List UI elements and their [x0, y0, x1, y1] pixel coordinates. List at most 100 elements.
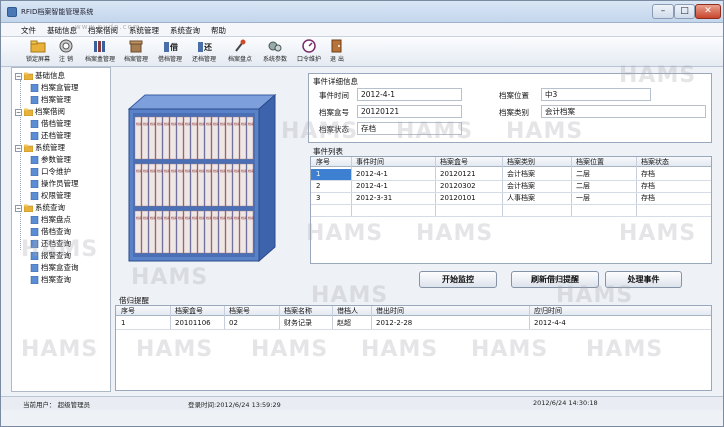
- reminder-table[interactable]: 序号 档案盒号 档案号 档案名称 借档人 借出时间 应归时间 1 2010110…: [115, 305, 712, 391]
- events-col-location: 档案位置: [576, 158, 604, 166]
- archive-box-spine-label: 档案: [171, 121, 177, 126]
- lock-folder-icon: [30, 40, 46, 53]
- window-title: RFID档案智能管理系统: [21, 8, 94, 16]
- archive-box-spine-label: 档案: [185, 215, 191, 220]
- archive-box-spine-label: 档案: [199, 215, 205, 220]
- logout-button[interactable]: 注 销: [56, 39, 76, 65]
- archive-box-spine-label: 档案: [206, 215, 212, 220]
- folder-icon: [24, 144, 33, 152]
- box-management-button[interactable]: 档案盒管理: [83, 39, 117, 65]
- lock-screen-button[interactable]: 锁定屏幕: [23, 39, 53, 65]
- archive-box-spine-label: 档案: [248, 215, 254, 220]
- archive-box-spine-label: 档案: [220, 215, 226, 220]
- category-field[interactable]: 会计档案: [541, 105, 706, 118]
- tree-item-archive-query[interactable]: 档案查询: [30, 274, 71, 285]
- archive-box-spine-label: 档案: [171, 168, 177, 173]
- tree-group-borrow[interactable]: − 档案借阅: [15, 106, 65, 117]
- tree-item-param-management[interactable]: 参数管理: [30, 154, 71, 165]
- archive-box-spine-label: 档案: [178, 215, 184, 220]
- event-time-field[interactable]: 2012-4-1: [357, 88, 462, 101]
- reminder-col-name: 档案名称: [284, 307, 312, 315]
- folder-icon: [24, 72, 33, 80]
- archive-box-spine-label: 档案: [164, 168, 170, 173]
- menu-help[interactable]: 帮助: [211, 25, 226, 36]
- title-bar[interactable]: RFID档案智能管理系统 – □ ✕: [1, 1, 723, 23]
- tree-item-borrow-query[interactable]: 借档查询: [30, 226, 71, 237]
- tree-group-query[interactable]: − 系统查询: [15, 202, 65, 213]
- menu-basic-info[interactable]: 基础信息: [47, 25, 77, 36]
- start-monitoring-button[interactable]: 开始监控: [419, 271, 497, 288]
- archive-box-spine-label: 档案: [150, 168, 156, 173]
- archive-box-spine-label: 档案: [150, 215, 156, 220]
- current-time-text: 2012/6/24 14:30:18: [533, 399, 598, 407]
- category-label: 档案类别: [499, 108, 529, 117]
- folder-icon: [24, 108, 33, 116]
- logout-icon: [59, 39, 73, 53]
- events-table[interactable]: 序号 事件时间 档案盒号 档案类别 档案位置 档案状态 1 2012-4-1 2…: [310, 156, 712, 264]
- tree-item-permission-management[interactable]: 权限管理: [30, 190, 71, 201]
- borrow-management-button[interactable]: 借 借档管理: [156, 39, 184, 65]
- archive-box-spine-label: 档案: [213, 168, 219, 173]
- tree-item-return-management[interactable]: 还档管理: [30, 130, 71, 141]
- password-maintenance-button[interactable]: 口令维护: [295, 39, 323, 65]
- menu-bar: 文件 基础信息 档案借阅 系统管理 系统查询 帮助: [1, 23, 723, 37]
- archive-box-spine-label: 档案: [241, 121, 247, 126]
- archive-box-spine-label: 档案: [234, 121, 240, 126]
- events-col-category: 档案类别: [507, 158, 535, 166]
- svg-text:还: 还: [203, 42, 212, 52]
- menu-system[interactable]: 系统管理: [129, 25, 159, 36]
- folder-icon: [24, 204, 33, 212]
- archive-box-spine-label: 档案: [227, 121, 233, 126]
- tree-item-alarm-query[interactable]: 报警查询: [30, 250, 71, 261]
- collapse-toggle-icon[interactable]: −: [15, 204, 22, 212]
- nav-tree: − 基础信息 档案盒管理 档案管理 − 档案借阅 借档管理 还档管理 − 系统管理 参…: [11, 67, 111, 392]
- tree-item-operator-management[interactable]: 操作员管理: [30, 178, 79, 189]
- archive-box-spine-label: 档案: [199, 168, 205, 173]
- exit-icon: [331, 39, 342, 53]
- archive-box-spine-label: 档案: [234, 168, 240, 173]
- reminder-col-archive-no: 档案号: [229, 307, 250, 315]
- tree-group-system[interactable]: − 系统管理: [15, 142, 65, 153]
- archive-icon: [129, 40, 143, 53]
- archive-box-spine-label: 档案: [206, 168, 212, 173]
- inventory-button[interactable]: 档案盘点: [226, 39, 254, 65]
- archive-box-spine-label: 档案: [248, 168, 254, 173]
- status-label: 档案状态: [319, 125, 349, 134]
- menu-borrow[interactable]: 档案借阅: [88, 25, 118, 36]
- archive-box-spine-label: 档案: [143, 215, 149, 220]
- event-time-label: 事件时间: [319, 91, 349, 100]
- return-management-button[interactable]: 还 还档管理: [190, 39, 218, 65]
- tree-item-archive-management[interactable]: 档案管理: [30, 94, 71, 105]
- menu-query[interactable]: 系统查询: [170, 25, 200, 36]
- maximize-button[interactable]: □: [674, 4, 695, 19]
- collapse-toggle-icon[interactable]: −: [15, 72, 22, 80]
- menu-file[interactable]: 文件: [21, 25, 36, 36]
- box-number-field[interactable]: 20120121: [357, 105, 462, 118]
- document-icon: [30, 276, 39, 284]
- collapse-toggle-icon[interactable]: −: [15, 144, 22, 152]
- event-detail-panel: 事件详细信息 事件时间 2012-4-1 档案位置 中3 档案盒号 201201…: [308, 73, 712, 143]
- tree-group-basic-info[interactable]: − 基础信息: [15, 70, 65, 81]
- minimize-button[interactable]: –: [652, 4, 674, 19]
- archive-box-spine-label: 档案: [178, 168, 184, 173]
- events-col-box: 档案盒号: [440, 158, 468, 166]
- tree-item-box-management[interactable]: 档案盒管理: [30, 82, 79, 93]
- archive-box-spine-label: 档案: [227, 215, 233, 220]
- tree-item-password-maintenance[interactable]: 口令维护: [30, 166, 71, 177]
- location-field[interactable]: 中3: [541, 88, 651, 101]
- collapse-toggle-icon[interactable]: −: [15, 108, 22, 116]
- tree-item-inventory[interactable]: 档案盘点: [30, 214, 71, 225]
- system-params-button[interactable]: 系统参数: [261, 39, 289, 65]
- tree-item-return-query[interactable]: 还档查询: [30, 238, 71, 249]
- archive-box-spine-label: 档案: [164, 215, 170, 220]
- refresh-reminder-button[interactable]: 刷新借归提醒: [511, 271, 599, 288]
- process-event-button[interactable]: 处理事件: [605, 271, 682, 288]
- exit-button[interactable]: 退 出: [327, 39, 347, 65]
- tree-item-borrow-management[interactable]: 借档管理: [30, 118, 71, 129]
- tree-item-box-query[interactable]: 档案盒查询: [30, 262, 79, 273]
- box-management-icon: [94, 41, 105, 52]
- events-col-status: 档案状态: [641, 158, 669, 166]
- status-field[interactable]: 存档: [357, 122, 462, 135]
- close-button[interactable]: ✕: [695, 4, 721, 19]
- archive-management-button[interactable]: 档案管理: [122, 39, 150, 65]
